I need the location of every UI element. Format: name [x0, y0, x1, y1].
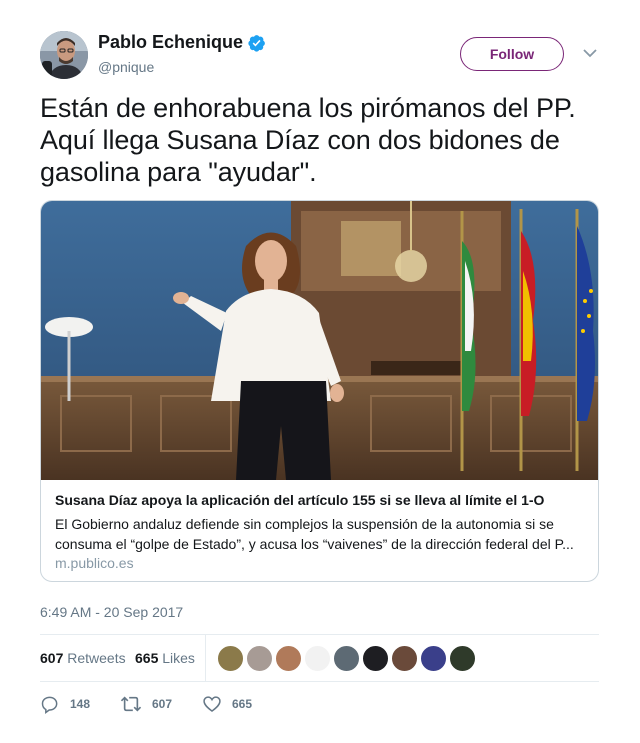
retweet-count: 607 [152, 697, 173, 711]
card-image [41, 201, 598, 480]
liker-avatar[interactable] [275, 645, 302, 672]
liker-avatar[interactable] [304, 645, 331, 672]
tweet-text: Están de enhorabuena los pirómanos del P… [40, 93, 576, 187]
chevron-down-icon[interactable] [582, 47, 598, 59]
link-card[interactable]: Susana Díaz apoya la aplicación del artí… [40, 200, 599, 582]
card-description: El Gobierno andaluz defiende sin complej… [55, 516, 574, 552]
card-title: Susana Díaz apoya la aplicación del artí… [55, 492, 545, 508]
liker-avatar[interactable] [333, 645, 360, 672]
likes-stat-label: Likes [162, 650, 195, 666]
author-handle[interactable]: @pnique [98, 59, 154, 75]
liker-avatar[interactable] [449, 645, 476, 672]
retweets-stat-label: Retweets [67, 650, 126, 666]
liker-avatar[interactable] [246, 645, 273, 672]
likes-stat[interactable]: 665 Likes [135, 650, 195, 666]
retweets-stat-count: 607 [40, 650, 64, 666]
reply-button[interactable]: 148 [40, 693, 90, 715]
liker-avatar[interactable] [217, 645, 244, 672]
author-name[interactable]: Pablo Echenique [98, 32, 243, 53]
like-button[interactable]: 665 [202, 693, 252, 715]
verified-badge-icon [248, 35, 265, 52]
retweets-stat[interactable]: 607 Retweets [40, 650, 126, 666]
stats-bar: 607 Retweets 665 Likes [40, 635, 599, 681]
retweet-icon [120, 696, 142, 712]
like-count: 665 [232, 697, 253, 711]
divider [40, 681, 599, 682]
reply-icon [41, 696, 58, 714]
tweet-timestamp[interactable]: 6:49 AM - 20 Sep 2017 [40, 604, 183, 620]
author-avatar[interactable] [40, 31, 88, 79]
action-bar: 148 607 665 [40, 693, 599, 715]
retweet-button[interactable]: 607 [120, 693, 172, 715]
card-domain: m.publico.es [55, 555, 134, 571]
liker-avatar[interactable] [391, 645, 418, 672]
liker-avatar[interactable] [362, 645, 389, 672]
reply-count: 148 [70, 697, 91, 711]
liker-avatar[interactable] [420, 645, 447, 672]
likes-stat-count: 665 [135, 650, 159, 666]
tweet: Pablo Echenique @pnique Follow Están de … [0, 0, 640, 743]
like-icon [203, 696, 221, 713]
follow-button[interactable]: Follow [460, 37, 564, 71]
stats-divider [205, 635, 206, 681]
